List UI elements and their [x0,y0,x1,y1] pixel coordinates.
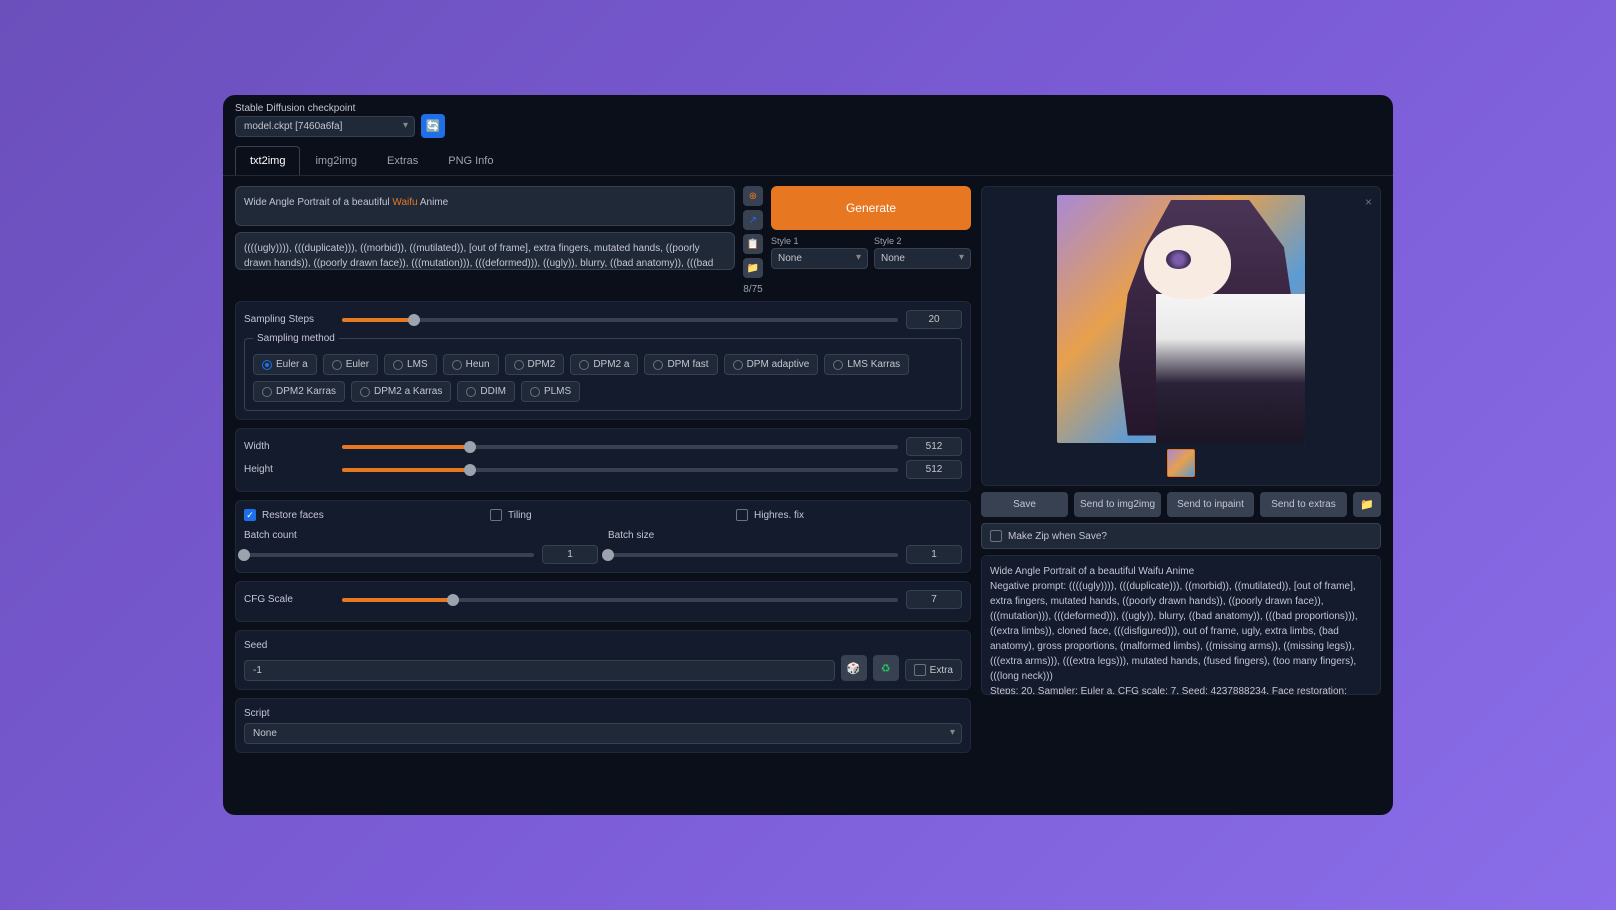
open-folder-icon[interactable]: 📁 [1353,492,1381,517]
sampling-steps-label: Sampling Steps [244,314,334,325]
sampling-steps-slider[interactable] [342,318,898,322]
tiling-checkbox[interactable] [490,509,502,521]
tab-img2img[interactable]: img2img [300,146,372,175]
script-label: Script [244,708,270,719]
restore-faces-checkbox[interactable] [244,509,256,521]
tool-icon-2[interactable]: ↗ [743,210,763,230]
tab-extras[interactable]: Extras [372,146,433,175]
seed-recycle-icon[interactable]: ♻ [873,655,899,681]
send-img2img-button[interactable]: Send to img2img [1074,492,1161,517]
style1-select[interactable]: None [771,248,868,269]
width-slider[interactable] [342,445,898,449]
tab-txt2img[interactable]: txt2img [235,146,300,175]
sampling-method-dpm2-karras[interactable]: DPM2 Karras [253,381,345,402]
save-button[interactable]: Save [981,492,1068,517]
generate-button[interactable]: Generate [771,186,971,230]
cfg-slider[interactable] [342,598,898,602]
seed-extra[interactable]: Extra [905,659,962,681]
send-extras-button[interactable]: Send to extras [1260,492,1347,517]
token-counter: 8/75 [743,284,763,295]
sampling-method-euler-a[interactable]: Euler a [253,354,317,375]
refresh-icon[interactable]: 🔄 [421,114,445,138]
sampling-method-euler[interactable]: Euler [323,354,378,375]
prompt-tools: ⊕ ↗ 📋 📁 8/75 [743,186,763,295]
sampling-method-dpm2[interactable]: DPM2 [505,354,565,375]
sampling-method-dpm2-a[interactable]: DPM2 a [570,354,638,375]
zip-option[interactable]: Make Zip when Save? [981,523,1381,549]
height-value[interactable]: 512 [906,460,962,479]
tool-icon-3[interactable]: 📋 [743,234,763,254]
tab-pnginfo[interactable]: PNG Info [433,146,508,175]
style2-select[interactable]: None [874,248,971,269]
sampling-method-heun[interactable]: Heun [443,354,499,375]
topbar: Stable Diffusion checkpoint model.ckpt [… [223,95,1393,138]
checkpoint-select[interactable]: model.ckpt [7460a6fa] [235,116,415,137]
width-value[interactable]: 512 [906,437,962,456]
batch-count-slider[interactable] [244,553,534,557]
width-label: Width [244,441,334,452]
zip-checkbox[interactable] [990,530,1002,542]
cfg-value[interactable]: 7 [906,590,962,609]
sampling-method-group: Sampling method Euler aEulerLMSHeunDPM2D… [244,333,962,411]
sampling-method-dpm-fast[interactable]: DPM fast [644,354,717,375]
close-icon[interactable]: × [1365,195,1372,209]
send-inpaint-button[interactable]: Send to inpaint [1167,492,1254,517]
batch-size-label: Batch size [608,530,654,541]
batch-size-slider[interactable] [608,553,898,557]
height-slider[interactable] [342,468,898,472]
batch-count-label: Batch count [244,530,297,541]
cfg-label: CFG Scale [244,594,334,605]
style1-label: Style 1 [771,236,868,246]
result-panel: × [981,186,1381,486]
tool-icon-1[interactable]: ⊕ [743,186,763,206]
result-thumbnail[interactable] [1167,449,1195,477]
generation-info: Wide Angle Portrait of a beautiful Waifu… [981,555,1381,695]
negative-prompt-input[interactable]: ((((ugly)))), (((duplicate))), ((morbid)… [235,232,735,270]
sampling-method-ddim[interactable]: DDIM [457,381,515,402]
batch-size-value[interactable]: 1 [906,545,962,564]
checkpoint-label: Stable Diffusion checkpoint [235,103,445,114]
seed-random-icon[interactable]: 🎲 [841,655,867,681]
batch-count-value[interactable]: 1 [542,545,598,564]
sampling-method-dpm-adaptive[interactable]: DPM adaptive [724,354,819,375]
sampling-steps-value[interactable]: 20 [906,310,962,329]
sampling-method-dpm2-a-karras[interactable]: DPM2 a Karras [351,381,451,402]
prompt-input[interactable]: Wide Angle Portrait of a beautiful Waifu… [235,186,735,226]
script-select[interactable]: None [244,723,962,744]
sampling-method-lms-karras[interactable]: LMS Karras [824,354,909,375]
tabs: txt2img img2img Extras PNG Info [223,138,1393,176]
style2-label: Style 2 [874,236,971,246]
highres-checkbox[interactable] [736,509,748,521]
height-label: Height [244,464,334,475]
tool-icon-4[interactable]: 📁 [743,258,763,278]
result-image[interactable] [1057,195,1305,443]
seed-label: Seed [244,640,267,651]
app-window: Stable Diffusion checkpoint model.ckpt [… [223,95,1393,815]
sampling-method-plms[interactable]: PLMS [521,381,580,402]
sampling-method-lms[interactable]: LMS [384,354,437,375]
seed-input[interactable] [244,660,835,681]
